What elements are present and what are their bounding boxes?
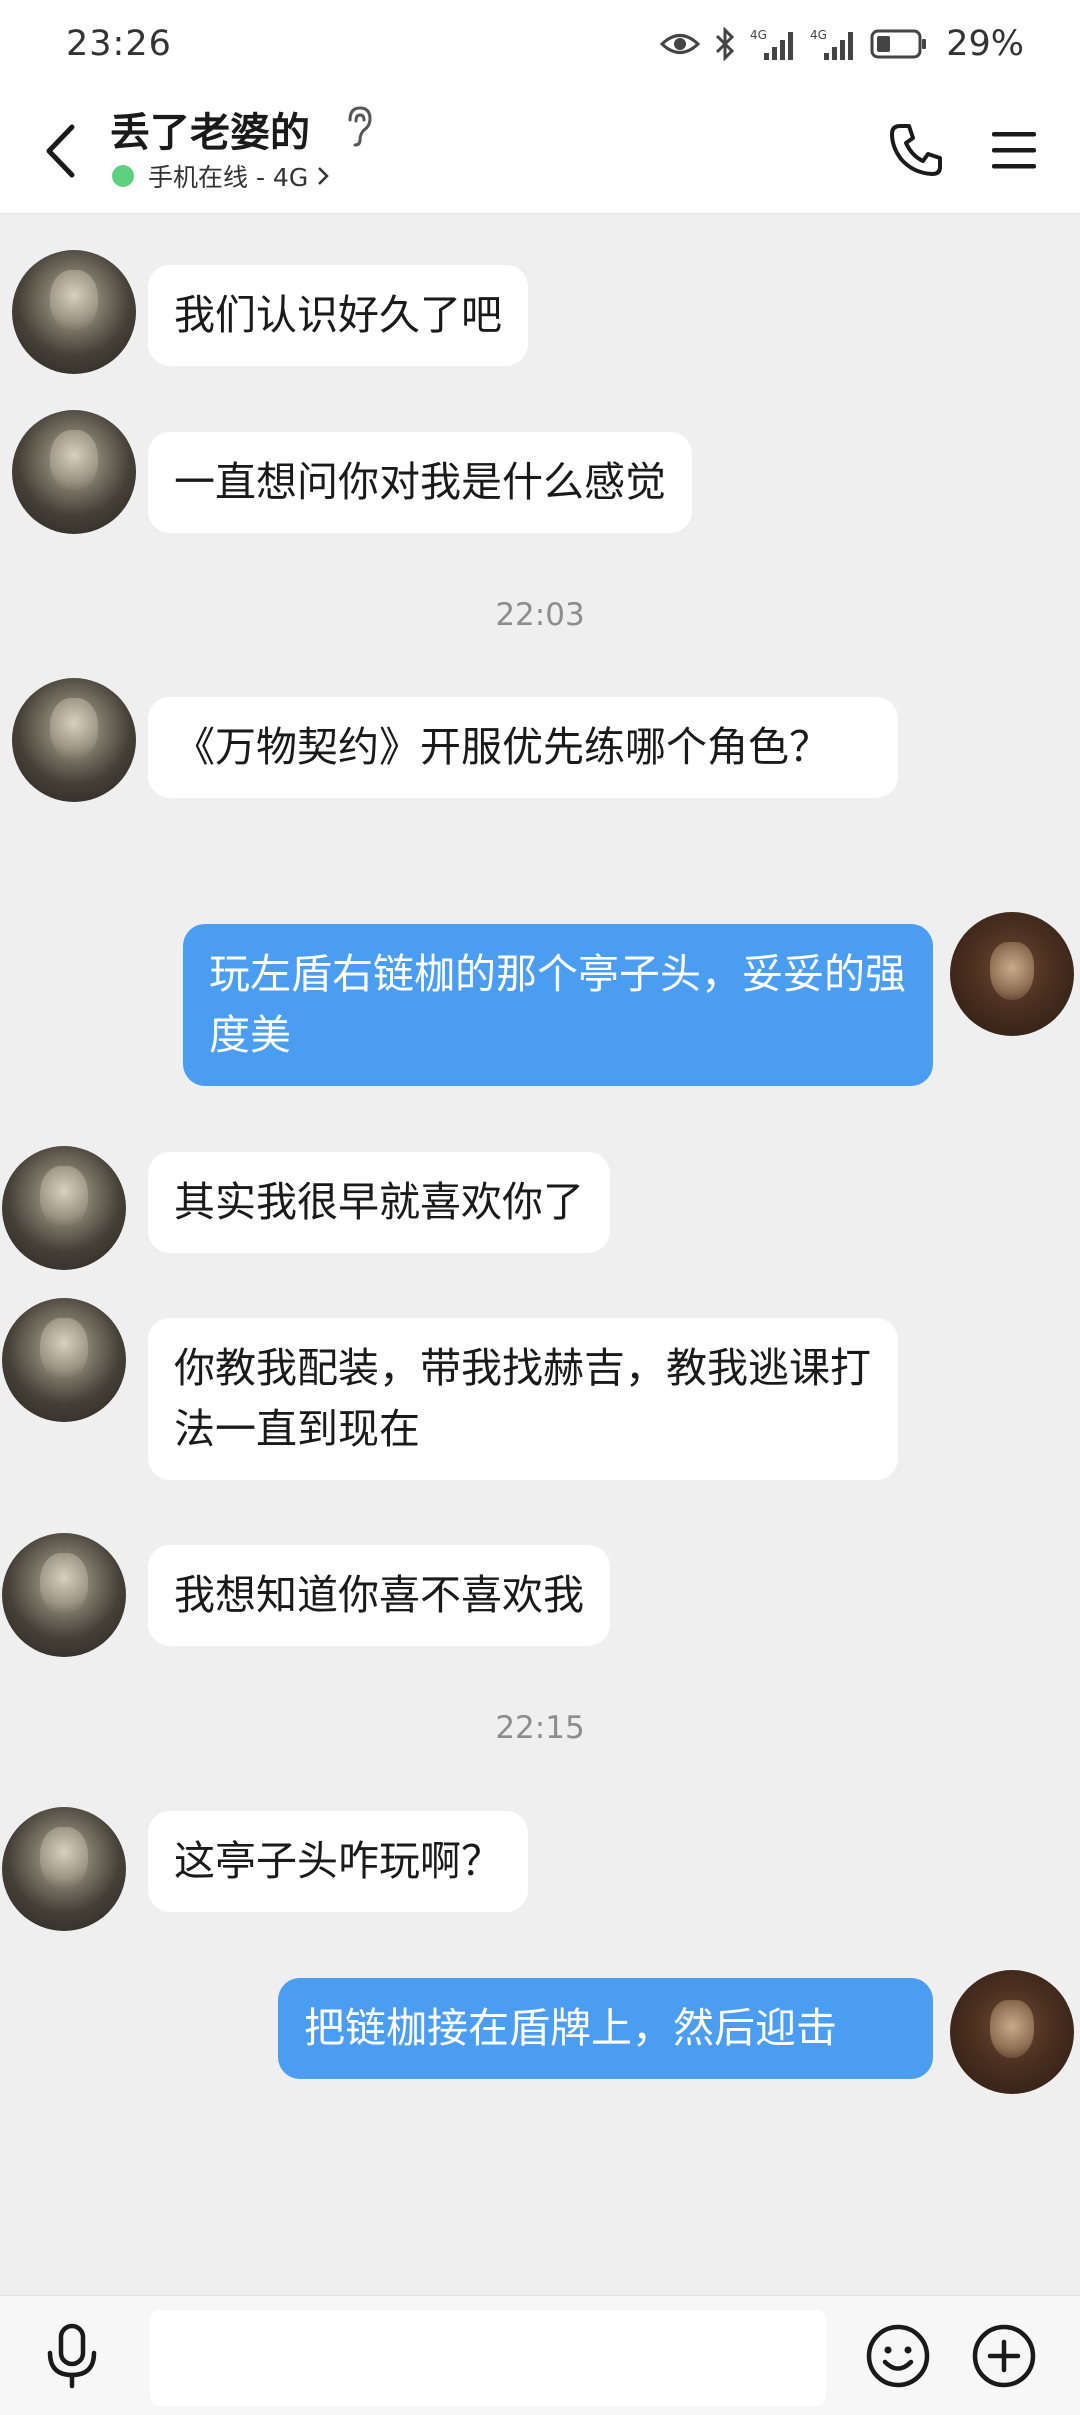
message-bubble-incoming[interactable]: 我们认识好久了吧 [148, 265, 528, 366]
message-bubble-outgoing[interactable]: 把链枷接在盾牌上，然后迎击 [278, 1978, 933, 2079]
plus-icon [972, 2324, 1036, 2388]
message-bubble-incoming[interactable]: 我想知道你喜不喜欢我 [148, 1545, 610, 1646]
contact-avatar[interactable] [2, 1807, 126, 1931]
timestamp-separator: 22:03 [495, 597, 585, 633]
contact-avatar[interactable] [2, 1533, 126, 1657]
message-bubble-incoming[interactable]: 这亭子头咋玩啊？ [148, 1811, 528, 1912]
my-avatar[interactable] [950, 1970, 1074, 2094]
message-input[interactable] [150, 2310, 826, 2406]
voice-button[interactable] [36, 2320, 108, 2392]
presence-text: 手机在线 - 4G [148, 163, 309, 192]
back-button[interactable] [30, 118, 90, 184]
online-dot [112, 165, 134, 187]
message-bubble-outgoing[interactable]: 玩左盾右链枷的那个亭子头，妥妥的强度美 [183, 924, 933, 1086]
signal-4g-icon-2: 4G [810, 27, 856, 61]
more-button[interactable] [968, 2320, 1040, 2392]
chat-screen: 23:26 4G 4G 29% 丢了老婆的 手机在线 - 4G 我们认识好久了吧… [0, 0, 1080, 2415]
message-bubble-incoming[interactable]: 《万物契约》开服优先练哪个角色？ [148, 697, 898, 798]
eye-icon [660, 31, 701, 57]
status-time: 23:26 [66, 24, 172, 64]
emoji-icon [866, 2324, 930, 2388]
my-avatar[interactable] [950, 912, 1074, 1036]
message-bubble-incoming[interactable]: 其实我很早就喜欢你了 [148, 1152, 610, 1253]
status-icons: 4G 4G 29% [660, 24, 1024, 64]
contact-avatar[interactable] [12, 678, 136, 802]
svg-text:4G: 4G [810, 28, 827, 42]
menu-button[interactable] [982, 118, 1046, 182]
battery-icon [870, 28, 928, 60]
svg-text:4G: 4G [750, 28, 767, 42]
battery-percentage: 29% [946, 24, 1024, 64]
phone-icon [890, 124, 942, 176]
back-arrow-icon [46, 124, 75, 178]
contact-avatar[interactable] [2, 1146, 126, 1270]
contact-avatar[interactable] [12, 250, 136, 374]
contact-name[interactable]: 丢了老婆的 [110, 100, 310, 158]
contact-avatar[interactable] [12, 410, 136, 534]
signal-4g-icon: 4G [750, 27, 796, 61]
ear-icon[interactable] [344, 104, 374, 152]
call-button[interactable] [884, 118, 948, 182]
message-bubble-incoming[interactable]: 一直想问你对我是什么感觉 [148, 432, 692, 533]
chat-header: 丢了老婆的 手机在线 - 4G [0, 88, 1080, 214]
menu-icon [992, 132, 1036, 169]
message-bubble-incoming[interactable]: 你教我配装，带我找赫吉，教我逃课打法一直到现在 [148, 1318, 898, 1480]
presence-status[interactable]: 手机在线 - 4G [112, 158, 330, 194]
bluetooth-icon [714, 27, 736, 61]
input-bar [0, 2295, 1080, 2415]
emoji-button[interactable] [862, 2320, 934, 2392]
microphone-icon [47, 2323, 97, 2389]
timestamp-separator: 22:15 [495, 1710, 585, 1746]
status-bar: 23:26 4G 4G 29% [0, 0, 1080, 88]
contact-avatar[interactable] [2, 1298, 126, 1422]
chevron-right-icon [318, 167, 329, 185]
